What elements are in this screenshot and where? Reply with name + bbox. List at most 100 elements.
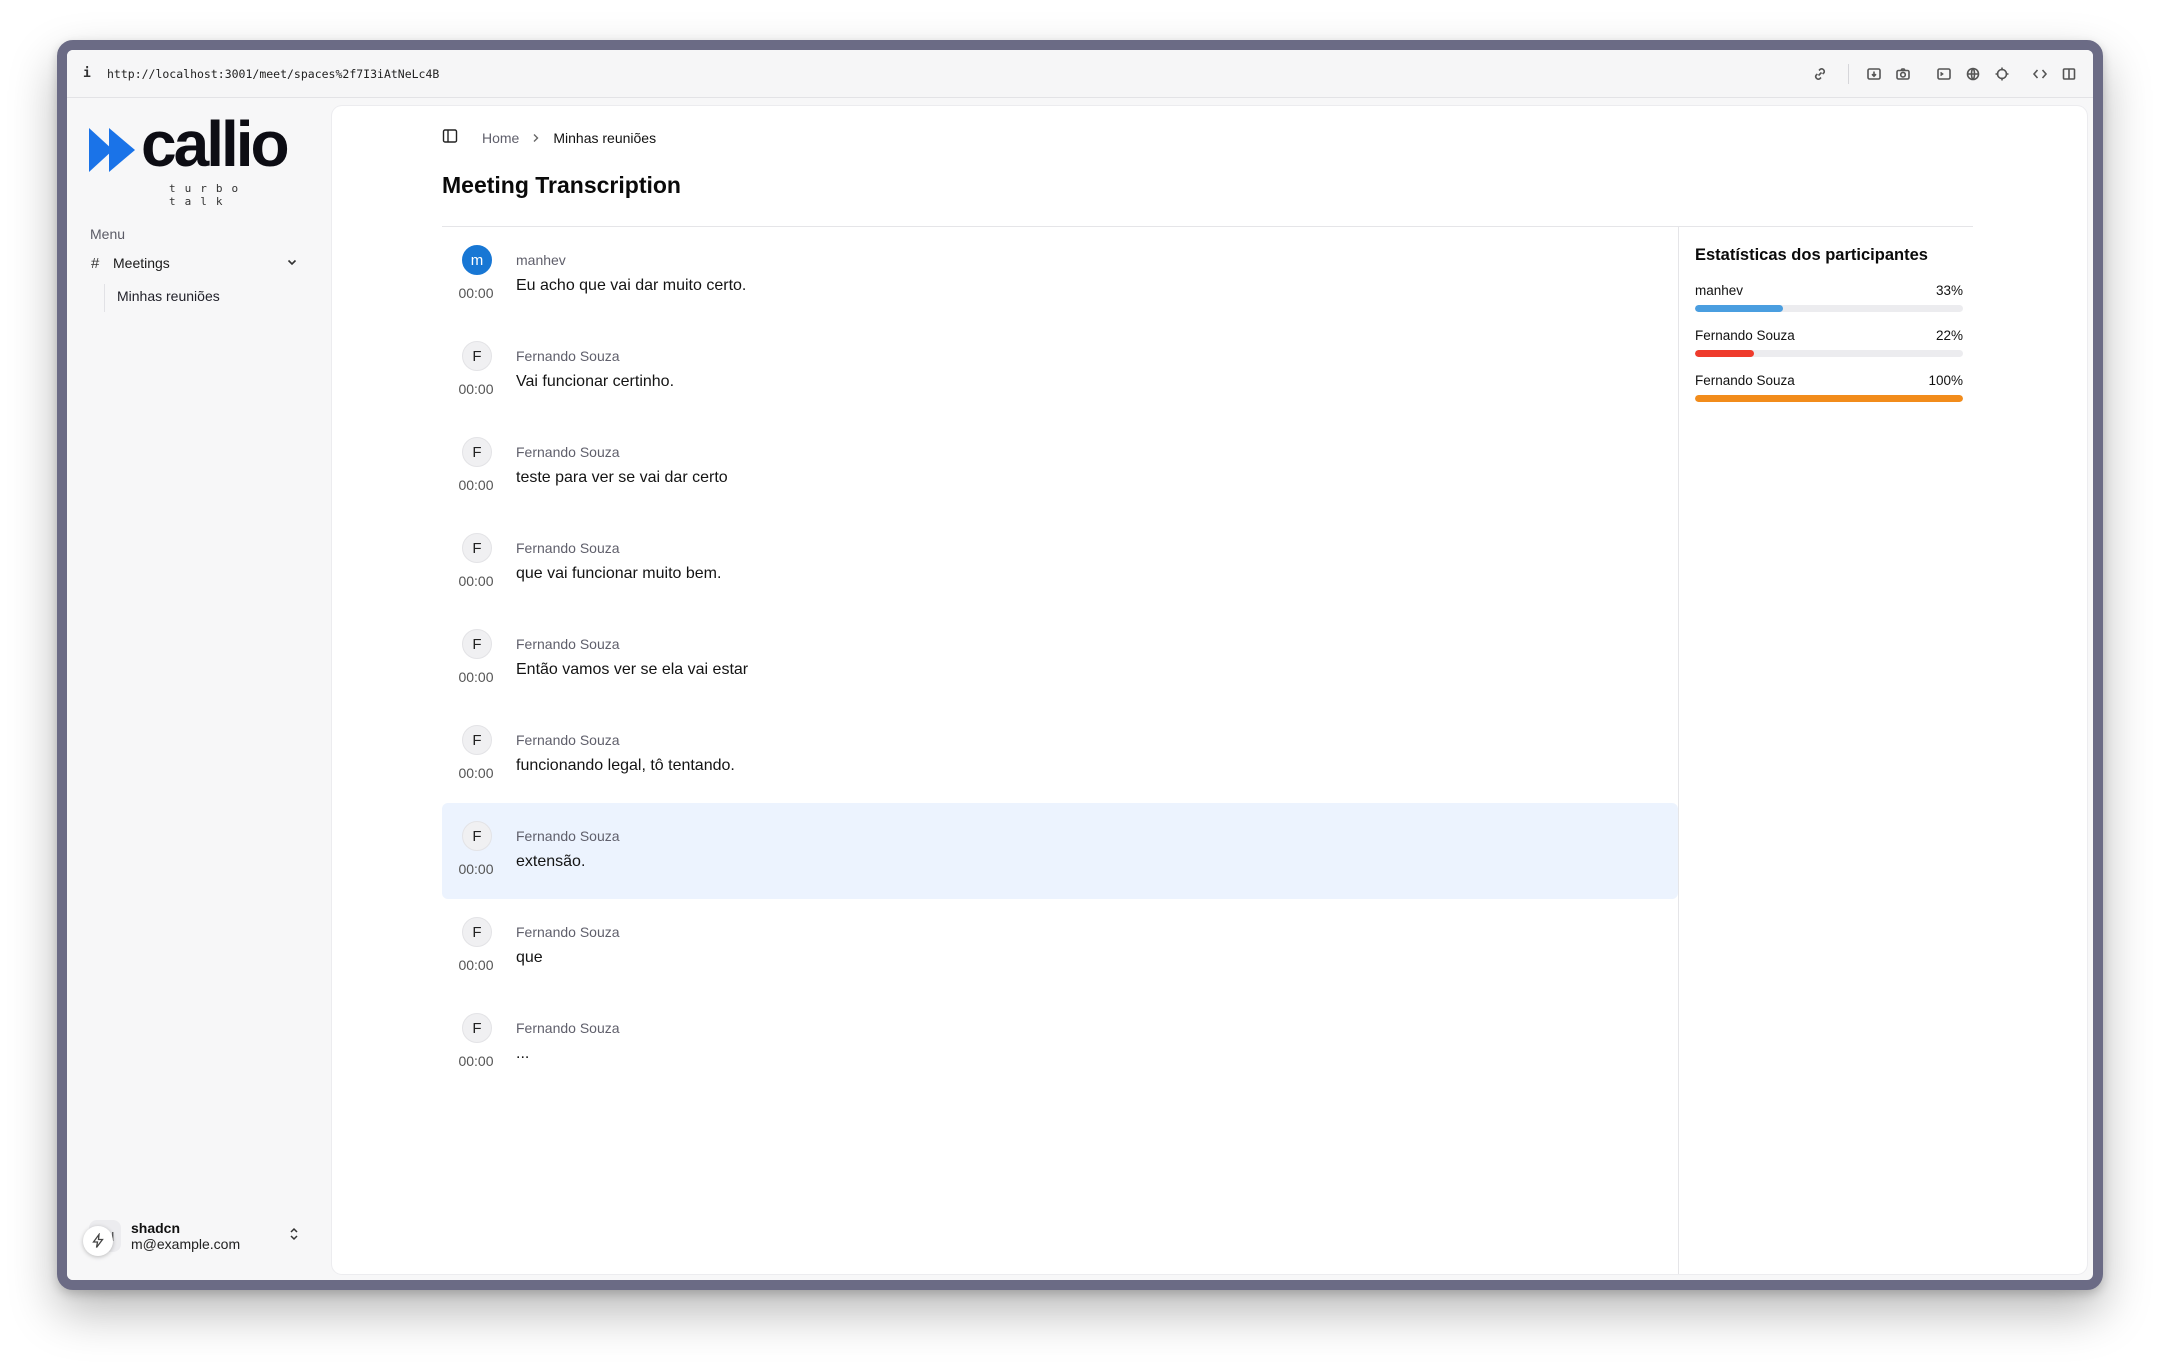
participant-percent: 22% — [1935, 328, 1963, 343]
speaker-name: Fernando Souza — [516, 924, 620, 940]
globe-icon[interactable] — [1963, 64, 1983, 84]
page-title: Meeting Transcription — [442, 172, 681, 198]
speaker-name: Fernando Souza — [516, 1020, 620, 1036]
speaker-avatar: F — [462, 533, 492, 563]
speaker-name: Fernando Souza — [516, 348, 620, 364]
stats-divider — [1678, 227, 1679, 1274]
user-menu[interactable]: CN shadcn m@example.com — [81, 1212, 309, 1260]
progress-fill — [1695, 305, 1784, 312]
transcript-text: que vai funcionar muito bem. — [516, 565, 722, 582]
timestamp: 00:00 — [458, 381, 494, 397]
timestamp: 00:00 — [458, 861, 494, 877]
info-icon[interactable]: i — [83, 66, 103, 81]
participant-percent: 100% — [1928, 373, 1963, 388]
breadcrumb: Home Minhas reuniões — [442, 128, 656, 147]
participant-name: manhev — [1695, 283, 1744, 298]
progress-track — [1695, 305, 1963, 312]
chevron-right-icon — [531, 130, 541, 146]
chevrons-up-down-icon[interactable] — [287, 1226, 301, 1247]
participant-stat: Fernando Souza 100% — [1695, 373, 1963, 402]
lightning-icon[interactable] — [83, 1226, 113, 1256]
download-icon[interactable] — [1864, 64, 1884, 84]
transcript-text: que — [516, 949, 543, 966]
transcript-entry[interactable]: F 00:00 Fernando Souza que vai funcionar… — [442, 515, 1678, 611]
speaker-avatar: m — [462, 245, 492, 275]
participant-stat: Fernando Souza 22% — [1695, 328, 1963, 357]
speaker-avatar: F — [462, 725, 492, 755]
sidebar-item-minhas-reunioes[interactable]: Minhas reuniões — [115, 281, 222, 311]
timestamp: 00:00 — [458, 573, 494, 589]
main-content: Home Minhas reuniões Meeting Transcripti… — [332, 106, 2087, 1274]
speaker-avatar: F — [462, 629, 492, 659]
timestamp: 00:00 — [458, 285, 494, 301]
participant-percent: 33% — [1935, 283, 1963, 298]
timestamp: 00:00 — [458, 957, 494, 973]
speaker-avatar: F — [462, 1013, 492, 1043]
transcript-list: m 00:00 manhev Eu acho que vai dar muito… — [442, 227, 1678, 1091]
transcript-entry[interactable]: F 00:00 Fernando Souza Então vamos ver s… — [442, 611, 1678, 707]
transcript-entry[interactable]: F 00:00 Fernando Souza funcionando legal… — [442, 707, 1678, 803]
callio-logo[interactable]: callio turbo talk — [89, 112, 309, 208]
speaker-name: Fernando Souza — [516, 444, 620, 460]
toolbar-divider — [1848, 63, 1849, 84]
speaker-avatar: F — [462, 917, 492, 947]
user-name: shadcn — [131, 1219, 181, 1236]
brand-tagline: turbo talk — [169, 182, 248, 208]
transcript-text: Então vamos ver se ela vai estar — [516, 661, 749, 678]
speaker-name: Fernando Souza — [516, 732, 620, 748]
speaker-avatar: F — [462, 341, 492, 371]
chevron-down-icon[interactable] — [285, 255, 299, 272]
progress-fill — [1695, 395, 1963, 402]
speaker-name: Fernando Souza — [516, 828, 620, 844]
transcript-entry-active[interactable]: F 00:00 Fernando Souza extensão. — [442, 803, 1678, 899]
timestamp: 00:00 — [458, 669, 494, 685]
url-text[interactable]: http://localhost:3001/meet/spaces%2f7I3i… — [107, 67, 439, 81]
transcript-text: Eu acho que vai dar muito certo. — [516, 277, 747, 294]
link-icon[interactable] — [1810, 64, 1830, 84]
split-view-icon[interactable] — [2059, 64, 2079, 84]
transcript-text: funcionando legal, tô tentando. — [516, 757, 735, 774]
speaker-avatar: F — [462, 821, 492, 851]
transcript-text: teste para ver se vai dar certo — [516, 469, 728, 486]
camera-icon[interactable] — [1893, 64, 1913, 84]
timestamp: 00:00 — [458, 765, 494, 781]
breadcrumb-home-link[interactable]: Home — [482, 130, 519, 146]
transcript-entry[interactable]: F 00:00 Fernando Souza teste para ver se… — [442, 419, 1678, 515]
transcript-entry[interactable]: m 00:00 manhev Eu acho que vai dar muito… — [442, 227, 1678, 323]
participant-name: Fernando Souza — [1695, 373, 1795, 388]
brand-name: callio — [141, 108, 290, 180]
user-email: m@example.com — [131, 1236, 241, 1252]
transcript-text: extensão. — [516, 853, 586, 870]
user-info: shadcn m@example.com — [131, 1220, 240, 1252]
code-icon[interactable] — [2030, 64, 2050, 84]
crosshair-icon[interactable] — [1992, 64, 2012, 84]
browser-window: i http://localhost:3001/meet/spaces%2f7I… — [57, 40, 2103, 1290]
transcript-entry[interactable]: F 00:00 Fernando Souza ... — [442, 995, 1678, 1091]
menu-section-label: Menu — [90, 226, 126, 242]
speaker-avatar: F — [462, 437, 492, 467]
participant-stats-panel: Estatísticas dos participantes manhev 33… — [1695, 246, 1963, 418]
hash-icon: # — [91, 254, 100, 272]
timestamp: 00:00 — [458, 1053, 494, 1069]
submenu-guide-line — [104, 284, 105, 312]
terminal-icon[interactable] — [1934, 64, 1954, 84]
transcript-entry[interactable]: F 00:00 Fernando Souza que — [442, 899, 1678, 995]
speaker-name: Fernando Souza — [516, 540, 620, 556]
sidebar-group-label: Meetings — [113, 255, 170, 271]
breadcrumb-current: Minhas reuniões — [553, 129, 657, 146]
browser-toolbar — [1801, 63, 2079, 84]
transcript-text: Vai funcionar certinho. — [516, 373, 675, 390]
transcript-entry[interactable]: F 00:00 Fernando Souza Vai funcionar cer… — [442, 323, 1678, 419]
stats-title: Estatísticas dos participantes — [1695, 246, 1928, 264]
sidebar: callio turbo talk Menu # Meetings Minhas… — [67, 98, 325, 1280]
speaker-name: Fernando Souza — [516, 636, 620, 652]
timestamp: 00:00 — [458, 477, 494, 493]
speaker-name: manhev — [516, 252, 566, 268]
participant-name: Fernando Souza — [1695, 328, 1795, 343]
progress-track — [1695, 350, 1963, 357]
sidebar-group-meetings[interactable]: # Meetings — [81, 246, 309, 280]
fast-forward-logo-icon — [89, 128, 135, 172]
participant-stat: manhev 33% — [1695, 283, 1963, 312]
sidebar-toggle-icon[interactable] — [442, 128, 458, 147]
progress-fill — [1695, 350, 1754, 357]
